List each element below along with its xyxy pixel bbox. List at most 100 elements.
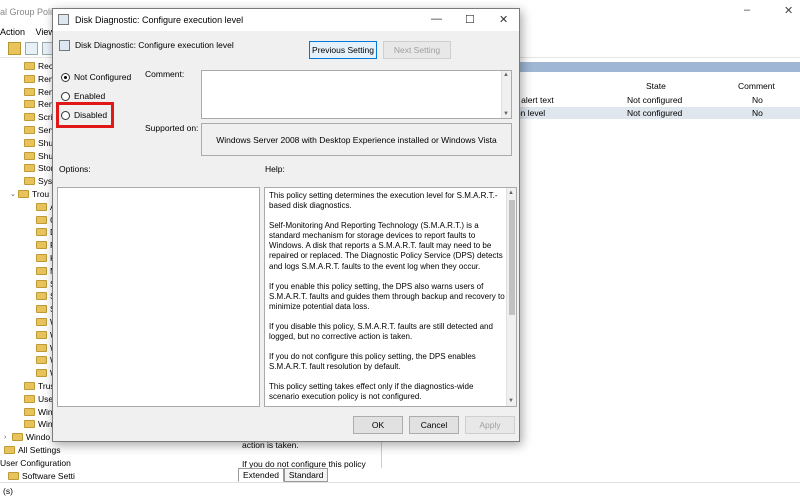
help-paragraph: Self-Monitoring And Reporting Technology… [269,221,503,271]
radio-label: Not Configured [74,72,132,82]
setting-state: Not configured [627,108,683,118]
dialog-titlebar[interactable]: Disk Diagnostic: Configure execution lev… [53,9,519,31]
folder-icon [4,446,15,454]
chevron-down-icon[interactable]: ⌄ [10,190,18,198]
view-tabs: Extended Standard [238,468,329,482]
supported-on-text: Windows Server 2008 with Desktop Experie… [216,134,497,145]
options-label: Options: [59,164,91,174]
tree-item-label: User Configuration [0,457,71,468]
status-text: (s) [3,486,13,496]
scroll-up-icon[interactable]: ▲ [508,190,514,196]
folder-icon [36,330,47,339]
maximize-button[interactable]: ☐ [465,13,475,26]
policy-icon [59,40,70,51]
close-button[interactable]: ✕ [784,4,793,17]
supported-on-label: Supported on: [145,123,199,133]
folder-icon [36,266,47,275]
radio-button-icon[interactable] [61,72,70,82]
supported-on-value: Windows Server 2008 with Desktop Experie… [201,123,512,156]
tree-item[interactable]: User Configuration [0,457,71,469]
apply-button[interactable]: Apply [465,416,515,434]
tree-item-label: Trou [32,189,50,199]
folder-icon [36,318,47,326]
radio-enabled[interactable]: Enabled [61,90,105,102]
policy-icon [58,14,69,25]
chevron-right-icon[interactable]: › [4,434,12,441]
tree-item[interactable]: Shut [24,150,56,162]
previous-setting-button[interactable]: Previous Setting [309,41,377,59]
tab-standard[interactable]: Standard [283,468,329,482]
folder-icon [24,394,35,403]
folder-icon [24,87,35,96]
comment-label: Comment: [145,69,185,79]
tree-item-label: Software Setti [22,470,75,481]
cancel-button[interactable]: Cancel [409,416,459,434]
folder-icon [36,292,47,301]
help-pane[interactable]: This policy setting determines the execu… [264,187,517,407]
radio-label: Enabled [74,91,106,101]
table-row[interactable]: ion level Not configured No [514,107,800,119]
setting-state: Not configured [627,95,683,105]
setting-comment: No [752,95,763,105]
folder-icon [24,407,35,416]
folder-icon [24,382,35,390]
help-paragraph: If you disable this policy, S.M.A.R.T. f… [269,321,493,342]
scroll-up-icon[interactable]: ▲ [503,72,509,78]
radio-not-configured[interactable]: Not Configured [61,71,131,83]
setting-comment: No [752,108,763,118]
folder-icon [36,215,47,224]
tree-item[interactable]: Shut [24,137,56,149]
column-header-state[interactable]: State [646,81,666,91]
show-hide-tree-icon[interactable] [25,42,38,55]
menu-action[interactable]: Action [0,27,25,37]
comment-field[interactable]: ▲ ▼ [201,70,512,119]
folder-icon [36,279,47,288]
minimize-button[interactable]: — [431,13,442,25]
tree-item-label: Windo [26,432,51,443]
help-label: Help: [265,164,285,174]
window-title-fragment: al Group Polic [0,7,57,17]
close-button[interactable]: ✕ [499,13,508,26]
scroll-thumb[interactable] [509,200,515,315]
dialog-title: Disk Diagnostic: Configure execution lev… [75,15,244,25]
folder-icon [24,100,35,109]
folder-icon [36,228,47,237]
folder-icon [24,74,35,83]
folder-icon [36,369,47,378]
next-setting-button[interactable]: Next Setting [383,41,451,59]
folder-icon [18,190,29,198]
folder-icon [36,254,47,262]
folder-icon [24,62,35,70]
tree-item[interactable]: ⌄ Trou [10,188,49,200]
folder-icon [12,433,23,442]
comment-scrollbar[interactable]: ▲ ▼ [501,71,511,118]
tree-item[interactable]: Software Setti [8,470,75,482]
table-row[interactable]: n alert text Not configured No [514,94,800,106]
folder-icon [36,343,47,352]
tab-extended[interactable]: Extended [238,468,284,482]
folder-icon [24,113,35,122]
help-scrollbar[interactable]: ▲ ▼ [506,188,516,406]
help-text: This policy setting determines the execu… [269,191,505,406]
tree-item[interactable]: › Windo [4,431,50,443]
up-folder-icon[interactable] [8,42,21,55]
tree-item[interactable]: Stor [24,162,54,174]
column-header-comment[interactable]: Comment [738,81,775,91]
dialog-subtitle: Disk Diagnostic: Configure execution lev… [75,40,234,50]
settings-header-bar [520,62,800,72]
help-paragraph: If you enable this policy setting, the D… [269,281,505,311]
radio-button-icon[interactable] [61,91,70,101]
folder-icon [8,471,19,480]
scroll-down-icon[interactable]: ▼ [508,398,514,404]
folder-icon [24,126,35,134]
policy-setting-dialog: Disk Diagnostic: Configure execution lev… [52,8,520,442]
minimize-button[interactable]: – [744,4,750,16]
tree-item[interactable]: All Settings [4,444,61,456]
ok-button[interactable]: OK [353,416,403,434]
help-paragraph: This policy setting takes effect only if… [269,382,474,402]
help-paragraph: If you do not configure this policy sett… [269,352,476,372]
tree-item[interactable]: Serv [24,124,55,136]
highlight-box [56,102,114,128]
folder-icon [36,356,47,365]
scroll-down-icon[interactable]: ▼ [503,111,509,117]
